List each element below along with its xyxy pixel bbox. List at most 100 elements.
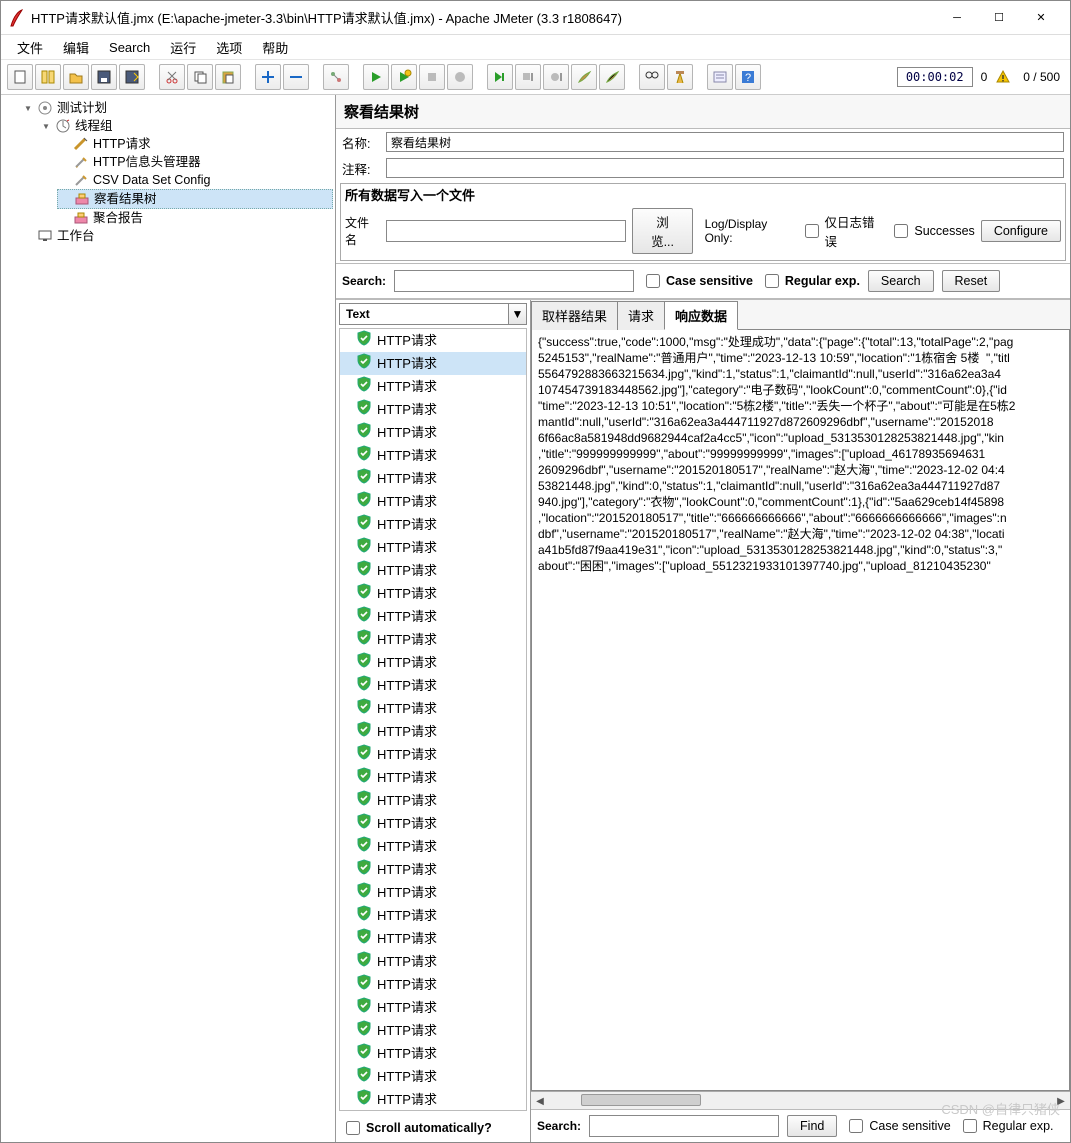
tool-new-icon[interactable] <box>7 64 33 90</box>
result-item[interactable]: HTTP请求 <box>340 835 526 858</box>
test-plan-tree[interactable]: ▾ 测试计划 ▾ 线程组 HTTP请求 HTTP信息头管理器 <box>1 95 336 1142</box>
tool-copy-icon[interactable] <box>187 64 213 90</box>
result-item[interactable]: HTTP请求 <box>340 812 526 835</box>
reset-button[interactable]: Reset <box>942 270 1001 292</box>
horizontal-scrollbar[interactable]: ◀ ▶ <box>531 1091 1070 1109</box>
menu-options[interactable]: 选项 <box>206 36 252 59</box>
tool-collapse-icon[interactable] <box>283 64 309 90</box>
result-item[interactable]: HTTP请求 <box>340 513 526 536</box>
scroll-right-icon[interactable]: ▶ <box>1052 1092 1070 1109</box>
tool-saveas-icon[interactable] <box>119 64 145 90</box>
bottom-search-input[interactable] <box>589 1115 779 1137</box>
bottom-case-checkbox[interactable]: Case sensitive <box>845 1116 950 1136</box>
tool-remote-start-icon[interactable] <box>487 64 513 90</box>
case-sensitive-checkbox[interactable]: Case sensitive <box>642 271 753 291</box>
tool-templates-icon[interactable] <box>35 64 61 90</box>
result-item[interactable]: HTTP请求 <box>340 421 526 444</box>
result-item[interactable]: HTTP请求 <box>340 1088 526 1111</box>
result-item[interactable]: HTTP请求 <box>340 490 526 513</box>
chevron-down-icon[interactable]: ▼ <box>508 304 526 324</box>
comment-input[interactable] <box>386 158 1064 178</box>
regex-checkbox[interactable]: Regular exp. <box>761 271 860 291</box>
result-item[interactable]: HTTP请求 <box>340 720 526 743</box>
tree-threadgroup[interactable]: 线程组 <box>75 117 113 135</box>
result-item[interactable]: HTTP请求 <box>340 467 526 490</box>
tab-sampler-result[interactable]: 取样器结果 <box>531 301 618 330</box>
maximize-button[interactable]: ☐ <box>978 5 1020 31</box>
tool-remote-stop-icon[interactable] <box>515 64 541 90</box>
name-input[interactable] <box>386 132 1064 152</box>
search-input[interactable] <box>394 270 634 292</box>
filename-input[interactable] <box>386 220 627 242</box>
successes-checkbox[interactable]: Successes <box>890 221 974 241</box>
tool-shutdown-icon[interactable] <box>447 64 473 90</box>
scroll-thumb[interactable] <box>581 1094 701 1106</box>
tab-request[interactable]: 请求 <box>617 301 665 330</box>
browse-button[interactable]: 浏览... <box>632 208 692 254</box>
result-item[interactable]: HTTP请求 <box>340 904 526 927</box>
result-item[interactable]: HTTP请求 <box>340 996 526 1019</box>
tree-csv-config[interactable]: CSV Data Set Config <box>93 171 210 189</box>
menu-search[interactable]: Search <box>99 38 160 57</box>
result-item[interactable]: HTTP请求 <box>340 628 526 651</box>
result-item[interactable]: HTTP请求 <box>340 398 526 421</box>
tree-header-manager[interactable]: HTTP信息头管理器 <box>93 153 201 171</box>
tool-save-icon[interactable] <box>91 64 117 90</box>
tree-http-request[interactable]: HTTP请求 <box>93 135 151 153</box>
tool-function-icon[interactable] <box>707 64 733 90</box>
result-item[interactable]: HTTP请求 <box>340 559 526 582</box>
tool-open-icon[interactable] <box>63 64 89 90</box>
result-item[interactable]: HTTP请求 <box>340 1042 526 1065</box>
tool-help-icon[interactable]: ? <box>735 64 761 90</box>
tool-start-notimers-icon[interactable] <box>391 64 417 90</box>
configure-button[interactable]: Configure <box>981 220 1061 242</box>
tree-collapse-icon[interactable]: ▾ <box>41 117 51 135</box>
tool-clear-icon[interactable] <box>571 64 597 90</box>
tree-collapse-icon[interactable]: ▾ <box>23 99 33 117</box>
tool-paste-icon[interactable] <box>215 64 241 90</box>
result-list[interactable]: HTTP请求HTTP请求HTTP请求HTTP请求HTTP请求HTTP请求HTTP… <box>339 328 527 1111</box>
response-body[interactable]: {"success":true,"code":1000,"msg":"处理成功"… <box>531 330 1070 1091</box>
tool-remote-shutdown-icon[interactable] <box>543 64 569 90</box>
result-item[interactable]: HTTP请求 <box>340 789 526 812</box>
find-button[interactable]: Find <box>787 1115 837 1137</box>
menu-run[interactable]: 运行 <box>160 36 206 59</box>
bottom-regex-checkbox[interactable]: Regular exp. <box>959 1116 1054 1136</box>
tool-start-icon[interactable] <box>363 64 389 90</box>
result-item[interactable]: HTTP请求 <box>340 651 526 674</box>
result-item[interactable]: HTTP请求 <box>340 766 526 789</box>
scroll-auto-checkbox[interactable]: Scroll automatically? <box>336 1114 530 1142</box>
result-item[interactable]: HTTP请求 <box>340 973 526 996</box>
tool-find-icon[interactable] <box>639 64 665 90</box>
result-item[interactable]: HTTP请求 <box>340 927 526 950</box>
menu-help[interactable]: 帮助 <box>252 36 298 59</box>
result-item[interactable]: HTTP请求 <box>340 858 526 881</box>
close-button[interactable]: ✕ <box>1020 5 1062 31</box>
menu-file[interactable]: 文件 <box>7 36 53 59</box>
minimize-button[interactable]: ─ <box>936 5 978 31</box>
tool-cut-icon[interactable] <box>159 64 185 90</box>
result-item[interactable]: HTTP请求 <box>340 582 526 605</box>
result-item[interactable]: HTTP请求 <box>340 375 526 398</box>
result-item[interactable]: HTTP请求 <box>340 743 526 766</box>
tree-testplan[interactable]: 测试计划 <box>57 99 107 117</box>
tree-workbench[interactable]: 工作台 <box>57 227 95 245</box>
result-item[interactable]: HTTP请求 <box>340 697 526 720</box>
tree-view-results[interactable]: 察看结果树 <box>94 190 157 208</box>
errors-only-checkbox[interactable]: 仅日志错误 <box>801 212 884 250</box>
tool-expand-icon[interactable] <box>255 64 281 90</box>
renderer-combo[interactable]: Text ▼ <box>339 303 527 325</box>
result-item[interactable]: HTTP请求 <box>340 536 526 559</box>
result-item[interactable]: HTTP请求 <box>340 950 526 973</box>
result-item[interactable]: HTTP请求 <box>340 1019 526 1042</box>
scroll-left-icon[interactable]: ◀ <box>531 1092 549 1109</box>
tab-response-data[interactable]: 响应数据 <box>664 301 738 330</box>
tool-toggle-icon[interactable] <box>323 64 349 90</box>
result-item[interactable]: HTTP请求 <box>340 881 526 904</box>
result-item[interactable]: HTTP请求 <box>340 605 526 628</box>
result-item[interactable]: HTTP请求 <box>340 329 526 352</box>
result-item[interactable]: HTTP请求 <box>340 444 526 467</box>
result-item[interactable]: HTTP请求 <box>340 674 526 697</box>
tool-clear-all-icon[interactable] <box>599 64 625 90</box>
tool-stop-icon[interactable] <box>419 64 445 90</box>
